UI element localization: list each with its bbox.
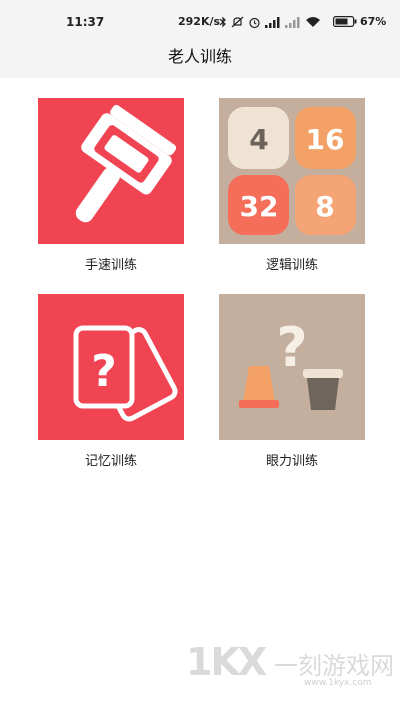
- site-watermark: 1KX 一刻游戏网 www.1kyx.com: [186, 640, 398, 700]
- tile-logic-training[interactable]: 4 16 32 8: [219, 98, 365, 244]
- watermark-logo: 1KX: [186, 640, 267, 684]
- network-speed: 292K/s: [178, 15, 221, 28]
- battery-icon: [333, 16, 357, 27]
- watermark-site-name: 一刻游戏网: [274, 652, 394, 680]
- signal-icon: [285, 16, 300, 28]
- tile-label-eyesight: 眼力训练: [265, 454, 318, 469]
- tile-number: 4: [249, 123, 268, 156]
- wifi-icon: [306, 17, 320, 27]
- gavel-icon: [38, 98, 184, 244]
- tile-label-memory: 记忆训练: [84, 454, 137, 469]
- cups-question-icon: ?: [219, 294, 365, 440]
- status-time: 11:37: [66, 15, 105, 29]
- question-cards-icon: ?: [38, 294, 184, 440]
- alarm-icon: [249, 17, 260, 28]
- signal-icon: [265, 16, 280, 28]
- tile-number: 8: [315, 190, 334, 223]
- page-title: 老人训练: [167, 47, 232, 66]
- status-icons: [219, 13, 321, 31]
- tile-hand-speed-training[interactable]: [38, 98, 184, 244]
- 2048-grid-icon: 4 16 32 8: [219, 98, 365, 244]
- bluetooth-icon: [219, 16, 226, 28]
- status-bar: 11:37 292K/s 67%: [0, 0, 400, 40]
- svg-text:?: ?: [276, 316, 307, 379]
- title-bar: 老人训练: [0, 40, 400, 78]
- mute-icon: [231, 16, 244, 28]
- tile-eyesight-training[interactable]: ?: [219, 294, 365, 440]
- watermark-url: www.1kyx.com: [304, 678, 372, 688]
- svg-text:?: ?: [91, 346, 117, 397]
- battery-percent: 67%: [360, 15, 387, 28]
- tile-label-logic: 逻辑训练: [265, 258, 318, 273]
- tile-number: 16: [306, 123, 345, 156]
- tile-label-hand-speed: 手速训练: [84, 258, 137, 273]
- tile-number: 32: [240, 190, 279, 223]
- tile-memory-training[interactable]: ?: [38, 294, 184, 440]
